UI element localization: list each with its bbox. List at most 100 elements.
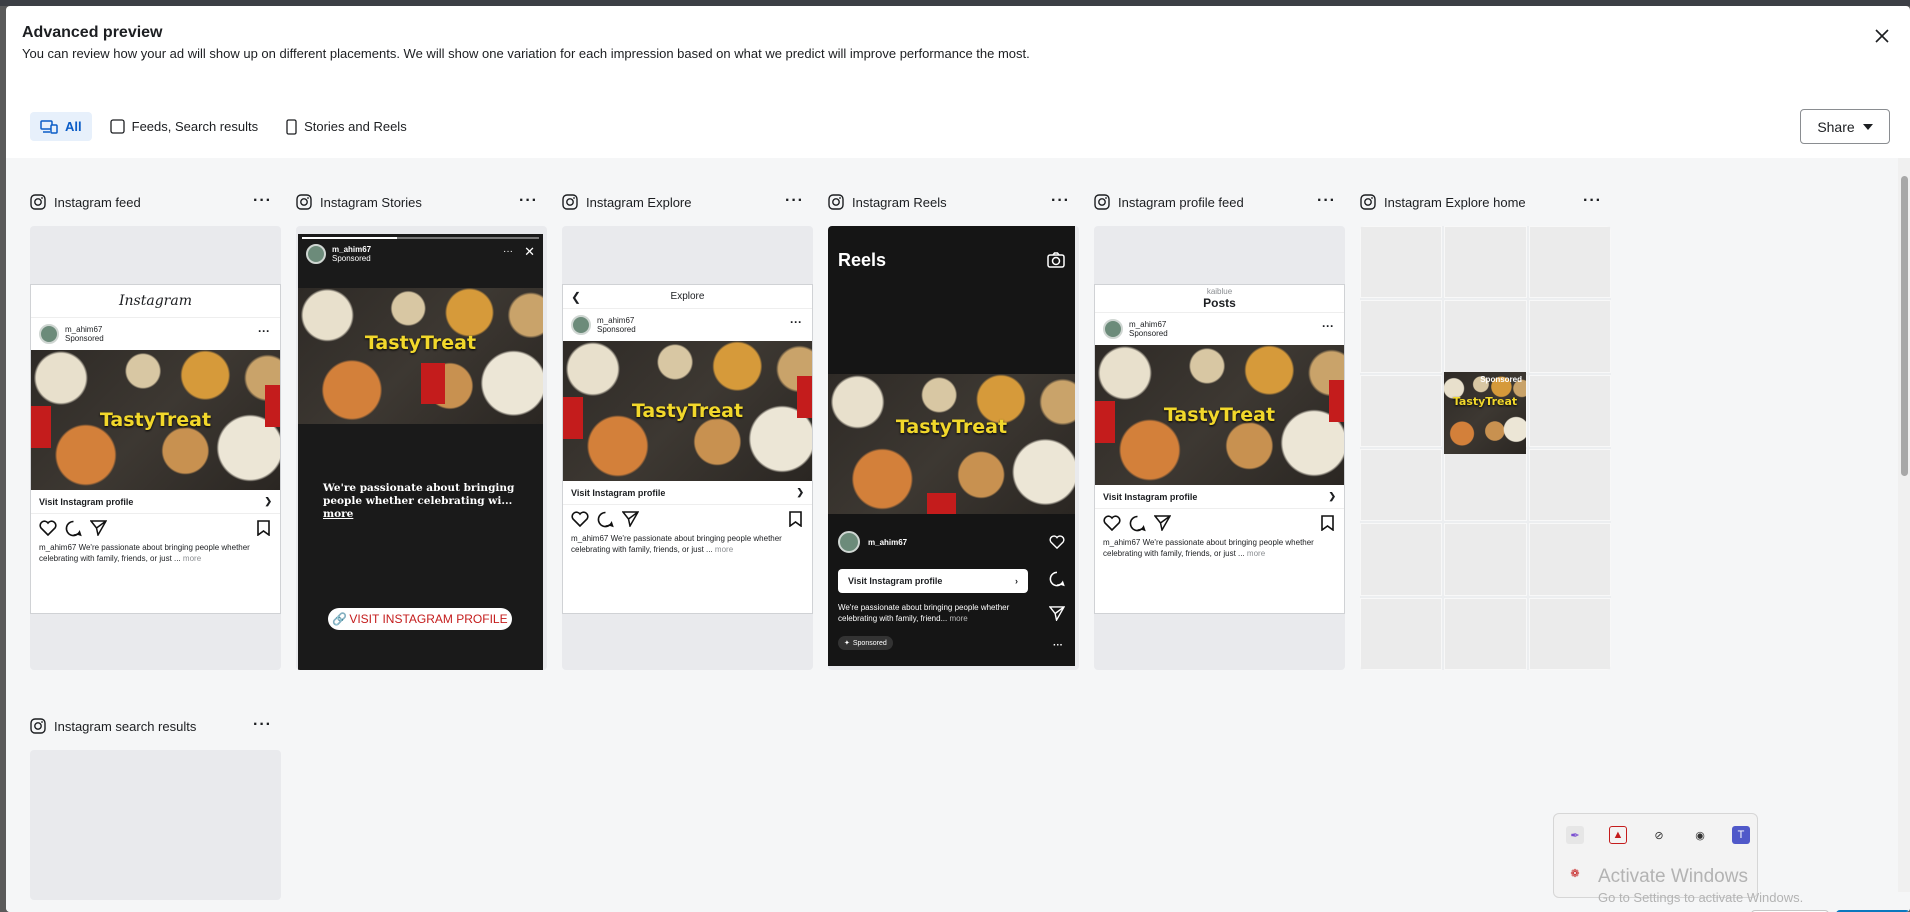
ad-thumbnail[interactable]: Sponsored TastyTreat	[1444, 372, 1526, 454]
profile-header: kaiblue Posts	[1095, 285, 1344, 313]
grid-tile	[1444, 449, 1527, 522]
caption-text: m_ahim67 We're passionate about bringing…	[39, 543, 250, 563]
grid-tile	[1528, 226, 1611, 299]
more-options-profile[interactable]: ···	[1317, 192, 1336, 210]
comment-icon[interactable]	[597, 511, 614, 528]
heart-icon[interactable]	[1049, 535, 1065, 549]
comment-icon[interactable]	[65, 520, 82, 537]
advanced-preview-dialog: Advanced preview You can review how your…	[6, 6, 1910, 912]
filter-feeds-label: Feeds, Search results	[131, 119, 259, 134]
link-icon: 🔗	[332, 612, 348, 626]
pdf-icon[interactable]: ▲	[1609, 826, 1627, 844]
grid-tile	[1444, 523, 1527, 596]
bookmark-icon[interactable]	[257, 520, 270, 536]
story-phone: m_ahim67 Sponsored ··· ✕ TastyTreat We're…	[298, 234, 543, 670]
post-actions	[563, 505, 812, 533]
caption-more-link[interactable]: more	[715, 545, 733, 554]
preview-card-explore-home[interactable]: Sponsored TastyTreat	[1360, 226, 1611, 670]
more-options-feed[interactable]: ···	[253, 192, 272, 210]
share-icon[interactable]	[1154, 515, 1171, 531]
instagram-icon	[30, 194, 46, 210]
cta-bar[interactable]: Visit Instagram profile ❯	[1095, 485, 1344, 509]
caption-text: m_ahim67 We're passionate about bringing…	[1103, 538, 1314, 558]
heart-icon[interactable]	[571, 511, 589, 527]
post-caption: m_ahim67 We're passionate about bringing…	[563, 533, 812, 555]
post-more-icon[interactable]: ···	[790, 315, 802, 329]
filter-feeds-search[interactable]: Feeds, Search results	[100, 112, 268, 141]
filter-stories-label: Stories and Reels	[304, 119, 407, 134]
more-options-explore[interactable]: ···	[785, 192, 804, 210]
filter-stories-reels[interactable]: Stories and Reels	[276, 112, 417, 141]
placement-header-search: Instagram search results ···	[30, 716, 272, 736]
grid-tile	[1444, 597, 1527, 670]
grid-tile	[1360, 597, 1443, 670]
comment-icon[interactable]	[1049, 571, 1065, 587]
brand-logo: TastyTreat	[1163, 403, 1276, 426]
sponsored-text: Sponsored	[1480, 375, 1522, 384]
filter-all[interactable]: All	[30, 112, 92, 141]
close-icon[interactable]: ✕	[524, 244, 535, 260]
ad-image: TastyTreat	[563, 341, 812, 481]
reels-user: m_ahim67	[838, 531, 907, 553]
phone-icon	[286, 118, 297, 135]
more-options-stories[interactable]: ···	[519, 192, 538, 210]
sponsored-text: Sponsored	[852, 639, 887, 647]
preview-card-stories[interactable]: m_ahim67 Sponsored ··· ✕ TastyTreat We're…	[296, 226, 547, 670]
reels-sponsored-badge: ✦ Sponsored	[838, 636, 893, 650]
scrollbar-thumb[interactable]	[1901, 176, 1908, 476]
reels-more-link[interactable]: more	[949, 614, 967, 623]
bookmark-icon[interactable]	[1321, 515, 1334, 531]
close-button[interactable]	[1872, 26, 1892, 46]
close-icon	[1875, 29, 1889, 43]
grid-tile	[1444, 300, 1527, 373]
post-more-icon[interactable]: ···	[1322, 319, 1334, 333]
share-icon[interactable]	[90, 520, 107, 536]
eye-icon[interactable]: ◉	[1691, 826, 1709, 844]
share-icon[interactable]	[622, 511, 639, 527]
preview-card-search[interactable]	[30, 750, 281, 900]
placement-title-search: Instagram search results	[54, 718, 197, 734]
pen-icon[interactable]: ✒	[1566, 826, 1584, 844]
more-options-explore-home[interactable]: ···	[1583, 192, 1602, 210]
sponsored-text: Sponsored	[332, 254, 371, 263]
story-cta-label: VISIT INSTAGRAM PROFILE	[349, 612, 508, 626]
back-chevron-icon[interactable]: ❮	[571, 290, 581, 304]
tool-icon[interactable]: ❁	[1566, 864, 1584, 882]
placement-header-profile: Instagram profile feed ···	[1094, 192, 1336, 212]
story-more-icon[interactable]: ···	[503, 246, 513, 257]
heart-icon[interactable]	[1103, 515, 1121, 531]
caption-more-link[interactable]: more	[183, 554, 201, 563]
grid-tile	[1528, 449, 1611, 522]
sponsored-text: Sponsored	[597, 325, 636, 334]
preview-card-reels[interactable]: Reels TastyTreat m_ahim67 Visit Instagra…	[828, 226, 1079, 670]
teams-icon[interactable]: T	[1732, 826, 1750, 844]
preview-card-profile[interactable]: kaiblue Posts m_ahim67 Sponsored ··· Tast…	[1094, 226, 1345, 670]
more-options-search[interactable]: ···	[253, 716, 272, 734]
post-more-icon[interactable]: ···	[258, 324, 270, 338]
cta-bar[interactable]: Visit Instagram profile ❯	[31, 490, 280, 514]
chevron-right-icon: ❯	[1328, 491, 1336, 501]
preview-card-explore[interactable]: ❮ Explore m_ahim67 Sponsored ··· TastyTre…	[562, 226, 813, 670]
camera-icon[interactable]	[1047, 252, 1065, 268]
bookmark-icon[interactable]	[789, 511, 802, 527]
caption-more-link[interactable]: more	[1247, 549, 1265, 558]
hide-eye-icon[interactable]: ⊘	[1650, 826, 1668, 844]
story-more-link[interactable]: more	[323, 508, 353, 520]
comment-icon[interactable]	[1129, 515, 1146, 532]
cta-bar[interactable]: Visit Instagram profile ❯	[563, 481, 812, 505]
more-options-reels[interactable]: ···	[1051, 192, 1070, 210]
post-username: m_ahim67 Sponsored	[1129, 320, 1168, 338]
more-icon[interactable]: ···	[1053, 640, 1063, 651]
brand-logo: TastyTreat	[631, 399, 744, 422]
share-icon[interactable]	[1049, 606, 1065, 621]
username-text: m_ahim67	[597, 316, 635, 325]
story-cta-button[interactable]: 🔗 VISIT INSTAGRAM PROFILE	[328, 608, 512, 630]
post-username: m_ahim67 Sponsored	[65, 325, 104, 343]
reels-cta-button[interactable]: Visit Instagram profile ›	[838, 569, 1028, 593]
avatar	[306, 244, 326, 264]
instagram-icon	[296, 194, 312, 210]
preview-card-feed[interactable]: Instagram m_ahim67 Sponsored ··· TastyTre…	[30, 226, 281, 670]
share-button[interactable]: Share	[1800, 109, 1890, 144]
profile-user: kaiblue	[1206, 287, 1233, 296]
heart-icon[interactable]	[39, 520, 57, 536]
